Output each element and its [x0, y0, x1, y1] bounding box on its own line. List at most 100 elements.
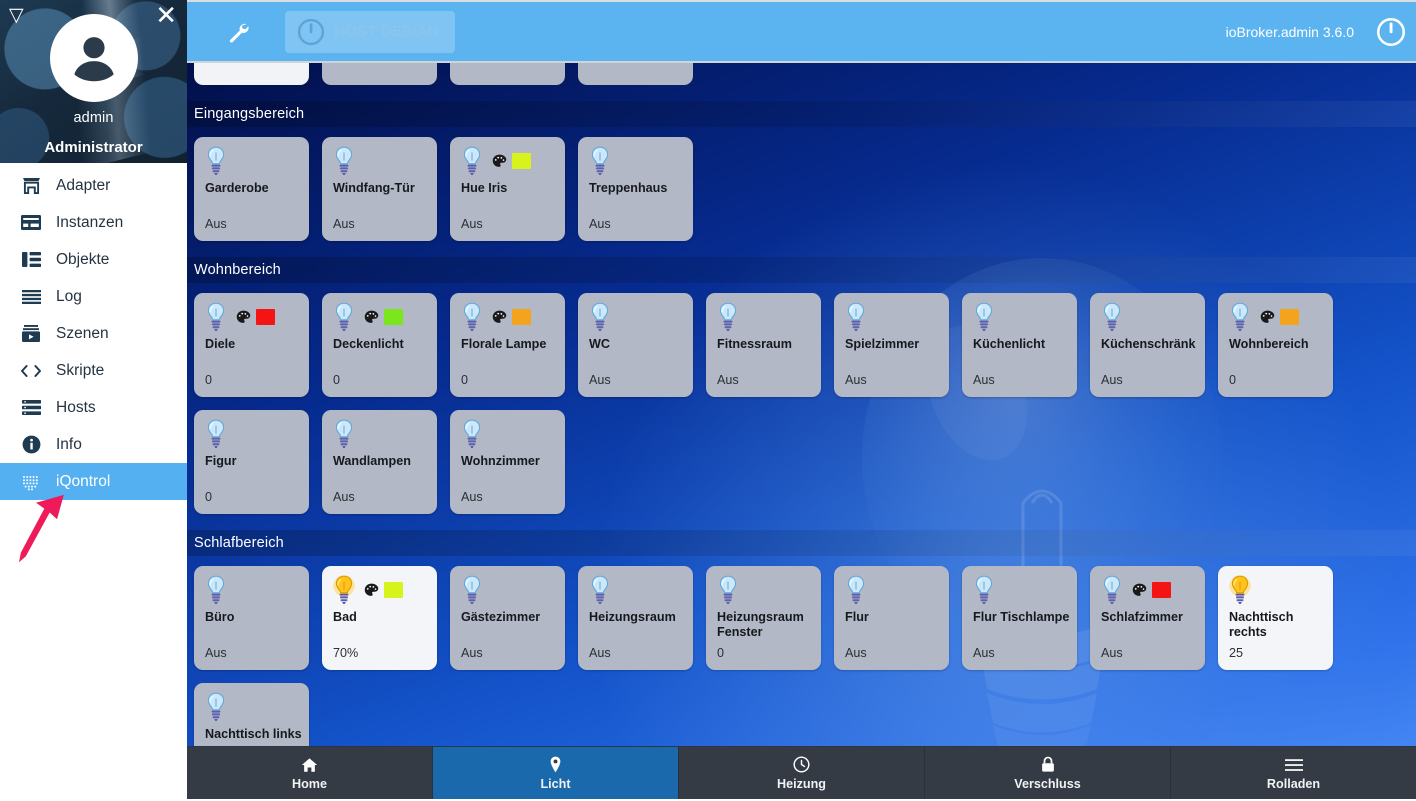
sidebar-item-hosts[interactable]: Hosts	[0, 389, 187, 426]
lightbulb-icon[interactable]	[461, 575, 483, 605]
avatar[interactable]	[49, 14, 138, 102]
lightbulb-icon[interactable]	[333, 575, 355, 605]
lightbulb-icon[interactable]	[845, 302, 867, 332]
lightbulb-icon[interactable]	[205, 146, 227, 176]
sidebar-nav: Adapter Instanzen Objekte Log Szenen Skr…	[0, 163, 187, 500]
wrench-icon[interactable]	[225, 19, 251, 45]
device-card[interactable]: Deckenlicht 0	[322, 293, 437, 397]
device-card[interactable]: Hue Iris Aus	[450, 137, 565, 241]
lightbulb-icon[interactable]	[717, 575, 739, 605]
lightbulb-icon[interactable]	[205, 419, 227, 449]
device-card[interactable]: Bad 70%	[322, 566, 437, 670]
color-swatch[interactable]	[384, 309, 403, 325]
lightbulb-icon[interactable]	[333, 419, 355, 449]
palette-icon[interactable]	[364, 310, 379, 324]
lightbulb-icon[interactable]	[461, 302, 483, 332]
lightbulb-icon[interactable]	[973, 302, 995, 332]
tab-rolladen[interactable]: Rolladen	[1171, 747, 1416, 799]
host-button[interactable]: HOST DEBIAN	[285, 10, 455, 53]
device-card[interactable]: Garderobe Aus	[194, 137, 309, 241]
device-card[interactable]: Wandlampen Aus	[322, 410, 437, 514]
palette-icon[interactable]	[1132, 583, 1147, 597]
lightbulb-icon[interactable]	[461, 146, 483, 176]
card-icon-row	[1229, 302, 1324, 332]
device-card[interactable]: Nachttisch links0	[194, 683, 309, 746]
device-card-partial[interactable]: Aus	[578, 63, 693, 85]
lightbulb-icon[interactable]	[1229, 575, 1251, 605]
lightbulb-icon[interactable]	[205, 692, 227, 722]
main-pane: HOST DEBIAN ioBroker.admin 3.6.0 Eingang…	[187, 0, 1416, 801]
lightbulb-icon[interactable]	[589, 146, 611, 176]
device-card-partial[interactable]: Aus	[450, 63, 565, 85]
device-card[interactable]: Treppenhaus Aus	[578, 137, 693, 241]
lightbulb-icon	[463, 575, 481, 604]
lightbulb-icon[interactable]	[333, 302, 355, 332]
lightbulb-icon[interactable]	[1101, 575, 1123, 605]
card-icon-row	[589, 146, 684, 176]
device-card[interactable]: Diele 0	[194, 293, 309, 397]
device-card[interactable]: Küchenlicht Aus	[962, 293, 1077, 397]
lightbulb-icon[interactable]	[1229, 302, 1251, 332]
lightbulb-icon[interactable]	[589, 575, 611, 605]
sidebar-item-log[interactable]: Log	[0, 278, 187, 315]
lightbulb-icon[interactable]	[845, 575, 867, 605]
device-card[interactable]: Heizungsraum Aus	[578, 566, 693, 670]
tab-verschluss[interactable]: Verschluss	[925, 747, 1171, 799]
lightbulb-icon[interactable]	[205, 575, 227, 605]
lightbulb-icon[interactable]	[333, 146, 355, 176]
color-swatch[interactable]	[512, 153, 531, 169]
lightbulb-icon[interactable]	[589, 302, 611, 332]
palette-icon[interactable]	[236, 310, 251, 324]
device-card[interactable]: Fitnessraum Aus	[706, 293, 821, 397]
device-card[interactable]: Heizungsraum Fenster 0	[706, 566, 821, 670]
device-card[interactable]: WC Aus	[578, 293, 693, 397]
device-card[interactable]: Flur Tischlampe Aus	[962, 566, 1077, 670]
sidebar-item-adapter[interactable]: Adapter	[0, 167, 187, 204]
device-card[interactable]: Wohnzimmer Aus	[450, 410, 565, 514]
device-card[interactable]: Windfang-Tür Aus	[322, 137, 437, 241]
lightbulb-icon[interactable]	[205, 302, 227, 332]
device-card[interactable]: Nachttisch rechts 25	[1218, 566, 1333, 670]
sidebar-item-info[interactable]: Info	[0, 426, 187, 463]
sidebar-item-iqontrol[interactable]: iQontrol	[0, 463, 187, 500]
card-title: Wandlampen	[333, 454, 411, 468]
palette-icon[interactable]	[1260, 310, 1275, 324]
device-card[interactable]: Spielzimmer Aus	[834, 293, 949, 397]
sidebar-item-szenen[interactable]: Szenen	[0, 315, 187, 352]
palette-icon[interactable]	[364, 583, 379, 597]
palette-icon[interactable]	[492, 154, 507, 168]
card-title: Küchenschränk	[1101, 337, 1196, 351]
tab-licht[interactable]: Licht	[433, 747, 679, 799]
device-card[interactable]: Figur 0	[194, 410, 309, 514]
device-card[interactable]: Flur Aus	[834, 566, 949, 670]
power-icon	[297, 18, 325, 45]
sidebar-item-objekte[interactable]: Objekte	[0, 241, 187, 278]
color-swatch[interactable]	[512, 309, 531, 325]
lightbulb-icon[interactable]	[973, 575, 995, 605]
device-card[interactable]: Wohnbereich 0	[1218, 293, 1333, 397]
device-card[interactable]: Schlafzimmer Aus	[1090, 566, 1205, 670]
lightbulb-icon[interactable]	[1101, 302, 1123, 332]
tab-heizung[interactable]: Heizung	[679, 747, 925, 799]
device-card[interactable]: Florale Lampe 0	[450, 293, 565, 397]
lightbulb-icon	[975, 575, 993, 604]
collapse-triangle-icon[interactable]: ▽	[9, 6, 24, 25]
device-card-partial[interactable]: Ein	[194, 63, 309, 85]
color-swatch[interactable]	[384, 582, 403, 598]
lightbulb-icon[interactable]	[461, 419, 483, 449]
tab-home[interactable]: Home	[187, 747, 433, 799]
color-swatch[interactable]	[256, 309, 275, 325]
lightbulb-icon[interactable]	[717, 302, 739, 332]
device-card[interactable]: Gästezimmer Aus	[450, 566, 565, 670]
device-card-partial[interactable]: Aus	[322, 63, 437, 85]
device-card[interactable]: Büro Aus	[194, 566, 309, 670]
card-icon-row	[1101, 302, 1196, 332]
power-icon[interactable]	[1376, 17, 1406, 47]
color-swatch[interactable]	[1152, 582, 1171, 598]
palette-icon[interactable]	[492, 310, 507, 324]
device-card[interactable]: Küchenschränk Aus	[1090, 293, 1205, 397]
color-swatch[interactable]	[1280, 309, 1299, 325]
sidebar-item-instanzen[interactable]: Instanzen	[0, 204, 187, 241]
sidebar-item-skripte[interactable]: Skripte	[0, 352, 187, 389]
close-icon[interactable]: ✕	[155, 2, 177, 28]
